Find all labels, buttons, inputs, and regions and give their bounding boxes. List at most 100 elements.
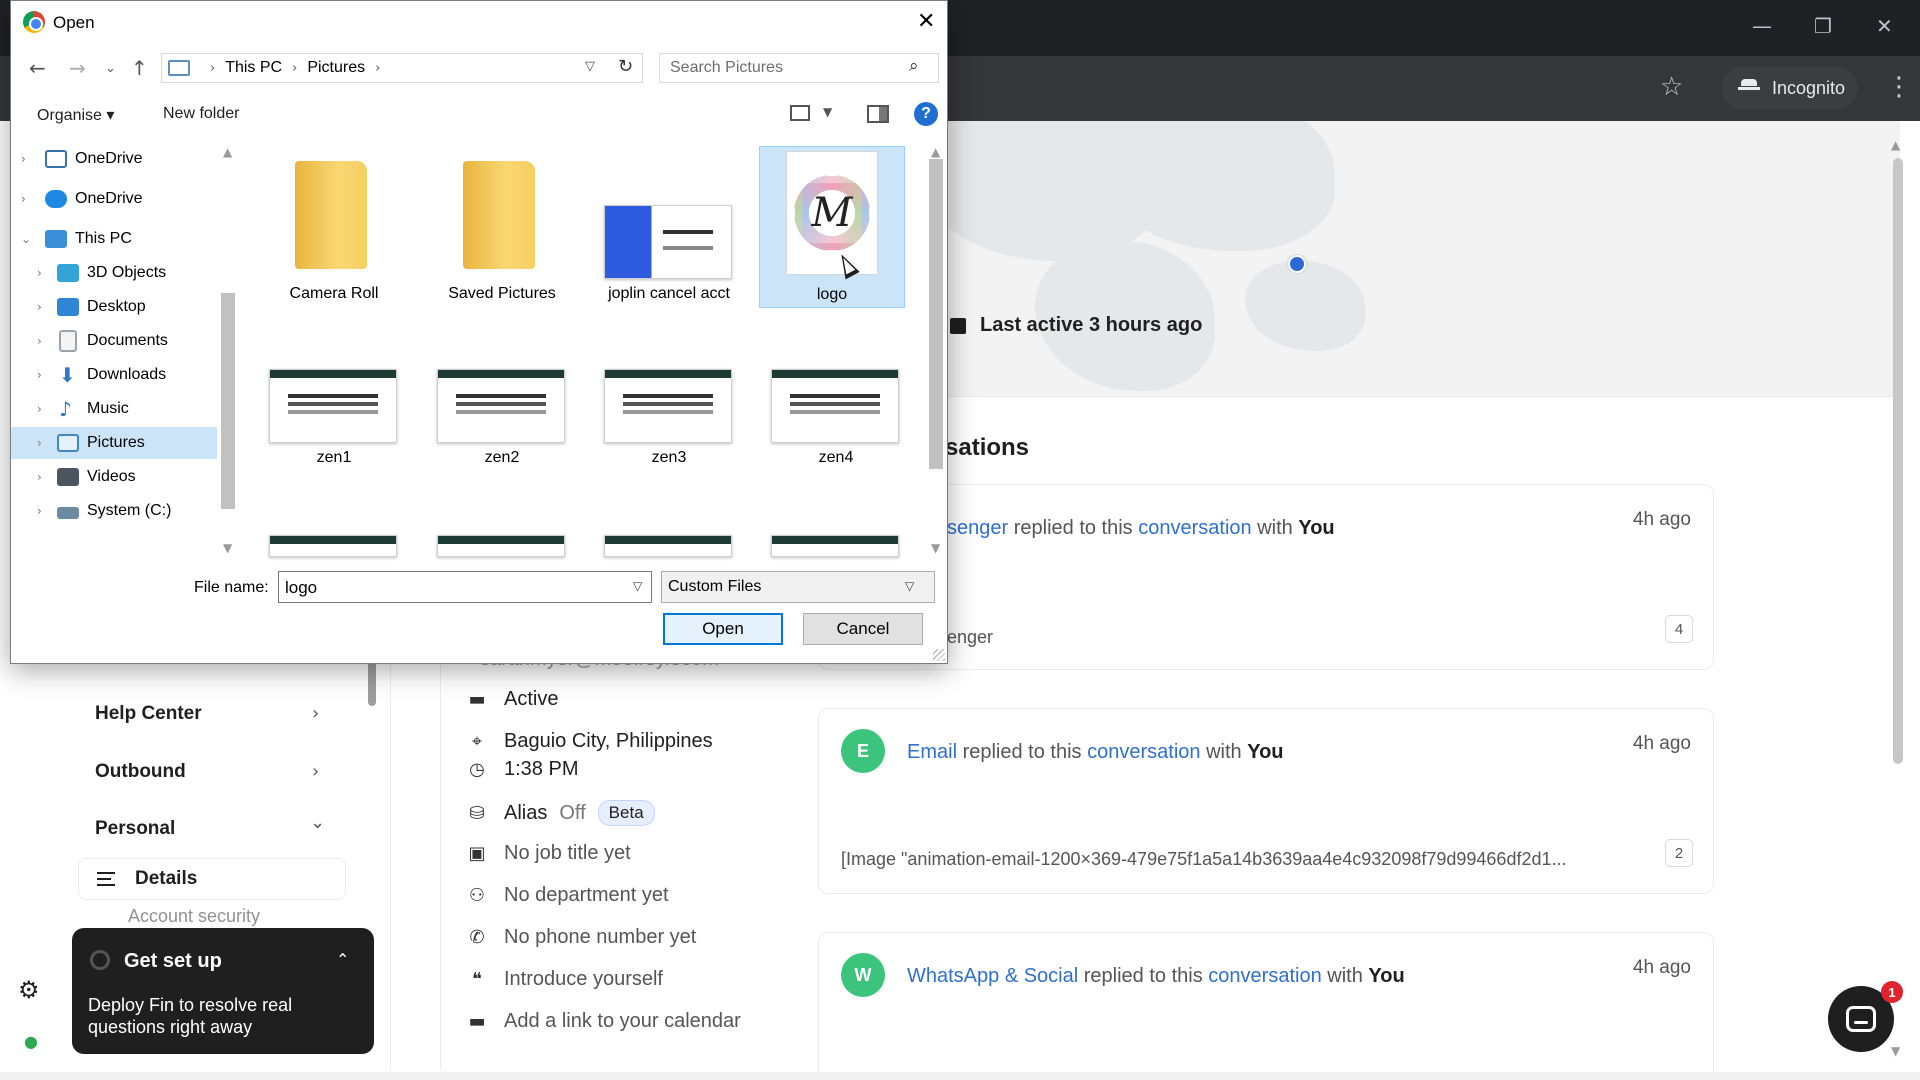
conversation-link[interactable]: conversation [1087, 741, 1200, 763]
status-icon[interactable]: ● [24, 1032, 38, 1051]
scroll-up-icon[interactable]: ▲ [223, 145, 232, 159]
up-arrow-icon[interactable]: ↑ [131, 56, 148, 80]
preview-pane-icon[interactable] [867, 105, 889, 123]
close-icon[interactable]: ✕ [917, 9, 935, 34]
chevron-up-icon[interactable]: ⌃ [336, 950, 349, 969]
image-thumbnail[interactable] [269, 535, 397, 557]
new-folder-button[interactable]: New folder [163, 105, 239, 123]
view-options-icon[interactable] [790, 105, 810, 121]
tree-scrollbar[interactable] [221, 293, 235, 509]
scroll-up-icon[interactable]: ▲ [1891, 138, 1900, 152]
search-input[interactable]: Search Pictures [659, 53, 939, 83]
sidebar-item-details[interactable]: Details [78, 858, 346, 900]
conversation-card[interactable]: E Email replied to this conversation wit… [818, 708, 1714, 894]
tree-item-3d-objects[interactable]: › 3D Objects [11, 257, 217, 289]
cancel-button[interactable]: Cancel [803, 613, 923, 645]
tree-item-desktop[interactable]: › Desktop [11, 291, 217, 323]
chevron-down-icon[interactable]: ⌄ [21, 232, 31, 246]
file-item-joplin-cancel-acct[interactable]: joplin cancel acct [596, 149, 742, 309]
scroll-down-icon[interactable]: ▼ [931, 541, 940, 555]
tree-item-videos[interactable]: › Videos [11, 461, 217, 493]
chevron-right-icon[interactable]: › [37, 334, 42, 348]
sidebar-item-personal[interactable]: Personal [95, 818, 175, 840]
chevron-right-icon[interactable]: › [37, 402, 42, 416]
help-icon[interactable]: ? [914, 102, 938, 126]
introduce-row[interactable]: ❝ Introduce yourself [466, 968, 663, 991]
incognito-indicator[interactable]: Incognito [1722, 66, 1858, 110]
file-item-camera-roll[interactable]: Camera Roll [261, 149, 407, 309]
chevron-down-icon[interactable]: ▽ [633, 579, 642, 593]
tree-item-music[interactable]: › ♪ Music [11, 393, 217, 425]
sidebar-item-help-center[interactable]: Help Center [95, 703, 202, 725]
minimize-button[interactable]: — [1752, 14, 1772, 38]
resize-grip-icon[interactable] [933, 649, 945, 661]
tree-item-onedrive[interactable]: › OneDrive [11, 143, 217, 175]
conversation-source[interactable]: WhatsApp & Social [907, 965, 1078, 987]
file-grid-scrollbar[interactable] [929, 159, 943, 469]
conversation-card[interactable]: senger replied to this conversation with… [818, 484, 1714, 670]
browser-menu-icon[interactable]: ⋮ [1886, 72, 1912, 102]
chevron-down-icon[interactable]: ▼ [823, 105, 832, 119]
restore-button[interactable]: ❐ [1814, 14, 1832, 38]
file-name-input[interactable]: logo [278, 571, 652, 603]
recent-locations-icon[interactable]: ⌄ [105, 61, 116, 76]
scroll-down-icon[interactable]: ▼ [1891, 1044, 1900, 1058]
chevron-right-icon[interactable]: › [37, 266, 42, 280]
sidebar-scrollbar[interactable] [368, 660, 376, 706]
organise-menu[interactable]: Organise ▾ [37, 105, 114, 125]
file-item-saved-pictures[interactable]: Saved Pictures [429, 149, 575, 309]
sidebar-item-outbound[interactable]: Outbound [95, 761, 186, 783]
conversation-source[interactable]: Email [907, 741, 957, 763]
breadcrumb-pictures[interactable]: Pictures [307, 59, 365, 77]
get-set-up-card[interactable]: Get set up ⌃ Deploy Fin to resolve real … [72, 928, 374, 1054]
tree-item-pictures[interactable]: › Pictures [11, 427, 217, 459]
scroll-up-icon[interactable]: ▲ [931, 145, 940, 159]
chevron-right-icon[interactable]: › [21, 152, 26, 166]
chevron-right-icon[interactable]: › [37, 300, 42, 314]
tree-item-downloads[interactable]: › ⬇ Downloads [11, 359, 217, 391]
gear-icon[interactable]: ⚙ [18, 976, 44, 1004]
chevron-right-icon[interactable]: › [37, 504, 42, 518]
file-item-zen3[interactable]: zen3 [596, 361, 742, 471]
tree-item-system-c[interactable]: › System (C:) [11, 495, 217, 527]
file-item-zen1[interactable]: zen1 [261, 361, 407, 471]
close-window-button[interactable]: ✕ [1876, 14, 1893, 38]
file-item-zen2[interactable]: zen2 [429, 361, 575, 471]
phone-row[interactable]: ✆ No phone number yet [466, 926, 696, 949]
file-item-zen4[interactable]: zen4 [763, 361, 909, 471]
tree-item-this-pc[interactable]: ⌄ This PC [11, 223, 217, 255]
tree-item-documents[interactable]: › Documents [11, 325, 217, 357]
conversation-card[interactable]: W WhatsApp & Social replied to this conv… [818, 932, 1714, 1080]
file-item-logo[interactable]: M logo [759, 146, 905, 308]
conversation-link[interactable]: conversation [1208, 965, 1321, 987]
open-button[interactable]: Open [663, 613, 783, 645]
chevron-down-icon[interactable]: ▽ [905, 579, 914, 593]
tree-item-onedrive-personal[interactable]: › OneDrive [11, 183, 217, 215]
address-bar[interactable]: › This PC › Pictures › [161, 53, 643, 83]
job-title-row[interactable]: ▣ No job title yet [466, 842, 630, 865]
chevron-right-icon[interactable]: › [37, 368, 42, 382]
image-thumbnail[interactable] [604, 535, 732, 557]
bookmark-star-icon[interactable]: ☆ [1660, 72, 1683, 102]
back-arrow-icon[interactable]: ← [29, 56, 46, 80]
alias-value[interactable]: Off [559, 802, 585, 825]
page-scrollbar[interactable] [1893, 158, 1903, 764]
forward-arrow-icon[interactable]: → [69, 56, 86, 80]
conversation-source[interactable]: senger [947, 517, 1008, 539]
chevron-down-icon[interactable]: ▽ [585, 59, 595, 74]
sidebar-item-account-security[interactable]: Account security [128, 906, 260, 927]
breadcrumb-this-pc[interactable]: This PC [225, 59, 282, 77]
conversation-link[interactable]: conversation [1138, 517, 1251, 539]
alias-row[interactable]: ⛁ Alias Off Beta [466, 800, 655, 826]
image-thumbnail[interactable] [437, 535, 565, 557]
chevron-right-icon[interactable]: › [37, 436, 42, 450]
refresh-icon[interactable]: ↻ [618, 56, 633, 77]
location-map[interactable] [945, 121, 1900, 396]
scroll-down-icon[interactable]: ▼ [223, 541, 232, 555]
search-icon[interactable]: ⌕ [909, 56, 919, 76]
chevron-right-icon[interactable]: › [37, 470, 42, 484]
chevron-right-icon[interactable]: › [21, 192, 26, 206]
file-type-select[interactable]: Custom Files [661, 571, 935, 603]
calendar-link-row[interactable]: ▬ Add a link to your calendar [466, 1010, 740, 1033]
image-thumbnail[interactable] [771, 535, 899, 557]
